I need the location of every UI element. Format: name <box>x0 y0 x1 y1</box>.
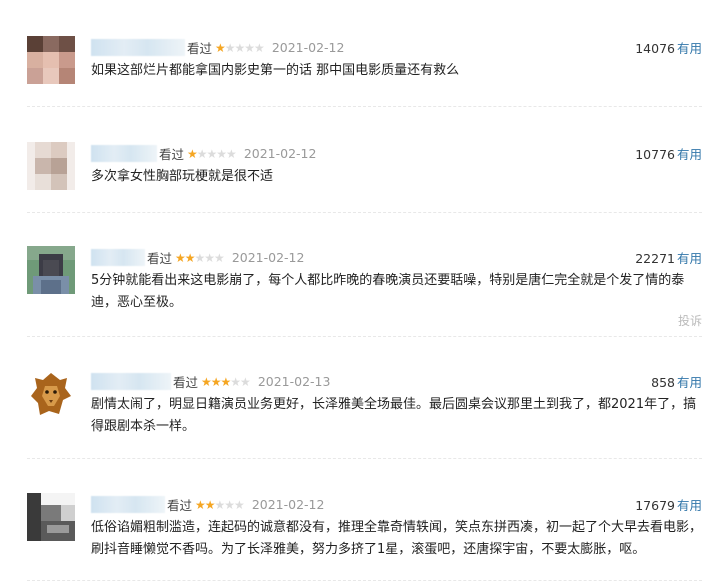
comment-meta: 看过 ★★★★★ 2021-02-13 <box>91 372 702 392</box>
comment-date: 2021-02-12 <box>251 497 325 512</box>
divider <box>27 106 702 107</box>
useful-button[interactable]: 有用 <box>677 375 702 390</box>
divider <box>27 580 702 581</box>
watched-status: 看过 <box>173 375 199 390</box>
useful-button[interactable]: 有用 <box>677 251 702 266</box>
comment-text: 多次拿女性胸部玩梗就是很不适 <box>91 169 274 184</box>
rating-stars: ★★★★★ <box>175 250 225 265</box>
vote-count: 10776 <box>635 147 675 162</box>
comment-date: 2021-02-12 <box>271 40 345 55</box>
comment-meta: 看过 ★★★★★ 2021-02-12 <box>91 144 702 164</box>
comment-text: 剧情太闹了，明显日籍演员业务更好，长泽雅美全场最佳。最后圆桌会议那里土到我了，都… <box>91 397 697 434</box>
username-blurred[interactable] <box>91 496 165 513</box>
watched-status: 看过 <box>167 498 193 513</box>
comment-item: 看过 ★★★★★ 2021-02-12 14076 有用 如果这部烂片都能拿国内影史第… <box>27 36 702 94</box>
comment-item: 看过 ★★★★★ 2021-02-12 10776 有用 多次拿女性胸部玩梗就是很不适 <box>27 142 702 200</box>
comment-text: 低俗谄媚粗制滥造，连起码的诚意都没有，推理全靠奇情轶闻，笑点东拼西凑，初一起了个… <box>91 520 703 557</box>
vote-area: 858 有用 <box>651 372 702 391</box>
comment-date: 2021-02-12 <box>231 250 305 265</box>
divider <box>27 336 702 337</box>
comment-item: 看过 ★★★★★ 2021-02-12 22271 有用 5分钟就能看出来这电影崩了，… <box>27 246 702 332</box>
username-blurred[interactable] <box>91 249 145 266</box>
avatar[interactable] <box>27 493 75 541</box>
vote-count: 14076 <box>635 41 675 56</box>
username-blurred[interactable] <box>91 39 185 56</box>
useful-button[interactable]: 有用 <box>677 147 702 162</box>
watched-status: 看过 <box>187 41 213 56</box>
avatar[interactable] <box>27 370 75 418</box>
vote-area: 10776 有用 <box>635 144 702 163</box>
rating-stars: ★★★★★ <box>195 497 245 512</box>
avatar[interactable] <box>27 142 75 190</box>
watched-status: 看过 <box>159 147 185 162</box>
comment-date: 2021-02-12 <box>243 146 317 161</box>
divider <box>27 458 702 459</box>
vote-count: 858 <box>651 375 675 390</box>
comment-meta: 看过 ★★★★★ 2021-02-12 <box>91 248 702 268</box>
rating-stars: ★★★★★ <box>201 374 251 389</box>
useful-button[interactable]: 有用 <box>677 498 702 513</box>
comment-text: 5分钟就能看出来这电影崩了，每个人都比昨晚的春晚演员还要聒噪，特别是唐仁完全就是… <box>91 273 685 310</box>
comment-date: 2021-02-13 <box>257 374 331 389</box>
useful-button[interactable]: 有用 <box>677 41 702 56</box>
comment-item: 看过 ★★★★★ 2021-02-13 858 有用 剧情太闹了，明显日籍演员业务更好… <box>27 370 702 440</box>
divider <box>27 212 702 213</box>
avatar[interactable] <box>27 246 75 294</box>
avatar[interactable] <box>27 36 75 84</box>
comment-meta: 看过 ★★★★★ 2021-02-12 <box>91 38 702 58</box>
vote-count: 22271 <box>635 251 675 266</box>
rating-stars: ★★★★★ <box>215 40 265 55</box>
rating-stars: ★★★★★ <box>187 146 237 161</box>
vote-count: 17679 <box>635 498 675 513</box>
watched-status: 看过 <box>147 251 173 266</box>
report-button[interactable]: 投诉 <box>678 312 702 329</box>
vote-area: 22271 有用 <box>635 248 702 267</box>
comment-text: 如果这部烂片都能拿国内影史第一的话 那中国电影质量还有救么 <box>91 63 460 78</box>
comment-meta: 看过 ★★★★★ 2021-02-12 <box>91 495 702 515</box>
username-blurred[interactable] <box>91 145 157 162</box>
username-blurred[interactable] <box>91 373 171 390</box>
vote-area: 17679 有用 <box>635 495 702 514</box>
comment-item: 看过 ★★★★★ 2021-02-12 17679 有用 低俗谄媚粗制滥造，连起码的诚… <box>27 493 702 563</box>
vote-area: 14076 有用 <box>635 38 702 57</box>
